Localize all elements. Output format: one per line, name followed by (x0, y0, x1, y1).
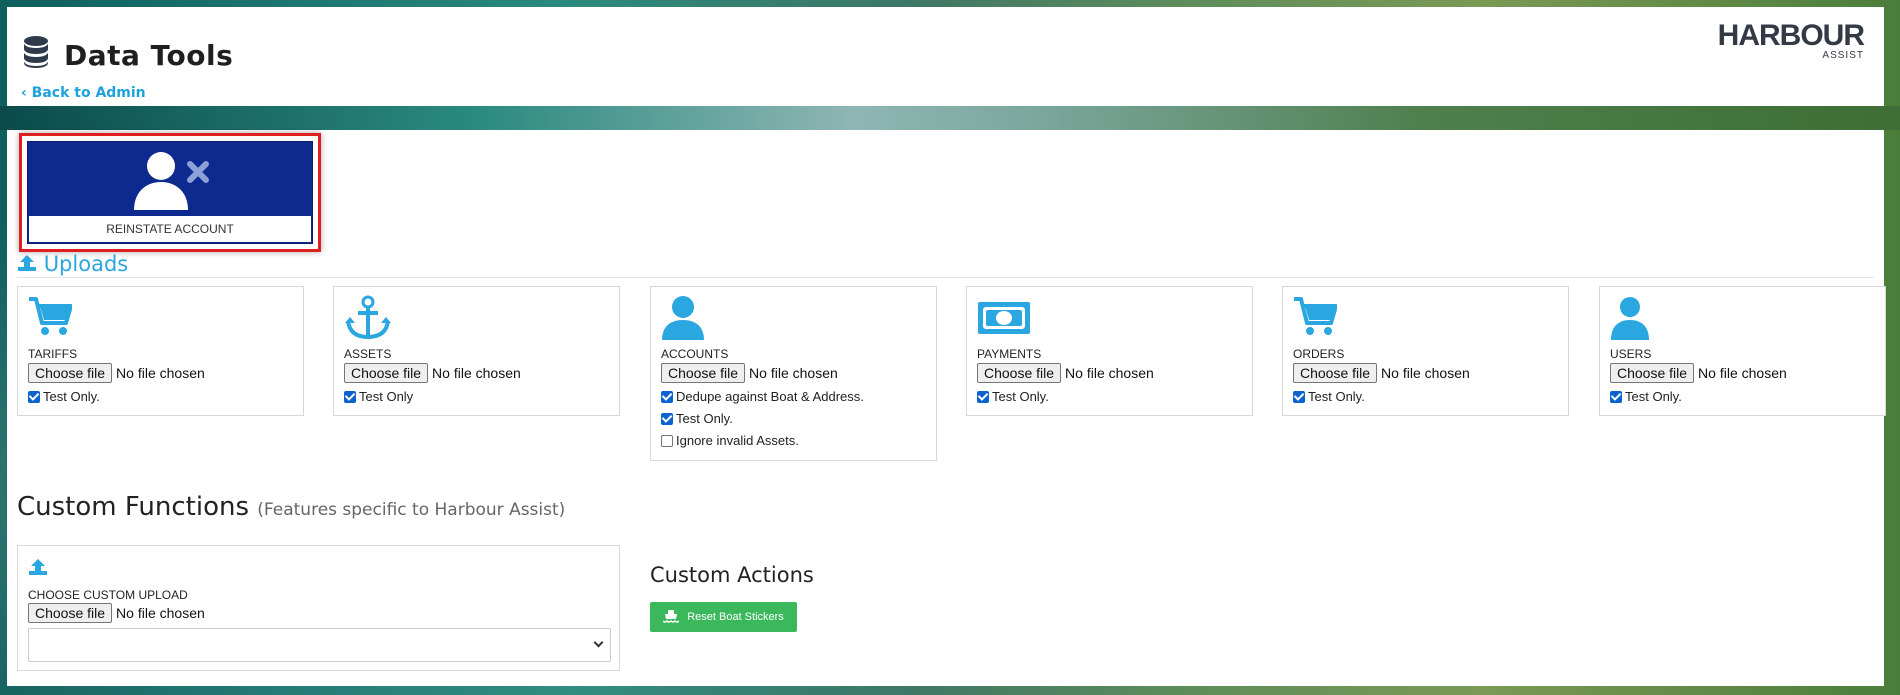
file-status: No file chosen (432, 365, 521, 381)
test-only-checkbox[interactable]: Test Only. (1610, 389, 1682, 404)
file-input[interactable]: Choose file No file chosen (1610, 363, 1787, 383)
choose-file-button[interactable]: Choose file (28, 363, 113, 383)
checkbox-checked[interactable] (661, 412, 673, 425)
reset-boat-stickers-button[interactable]: Reset Boat Stickers (650, 602, 797, 632)
money-icon (978, 302, 1030, 334)
upload-card-assets: ASSETS Choose file No file chosen Test O… (333, 286, 620, 416)
logo-main-text: HARBOUR (1717, 19, 1865, 52)
upload-card-payments: PAYMENTS Choose file No file chosen Test… (966, 286, 1253, 416)
database-icon (24, 36, 48, 68)
checkbox-checked[interactable] (1610, 390, 1622, 403)
checkbox-checked[interactable] (977, 390, 989, 403)
card-label: ASSETS (344, 347, 392, 361)
page-header: Data Tools ‹ Back to Admin HARBOUR ASSIS… (7, 7, 1884, 106)
checkbox-checked[interactable] (28, 390, 40, 403)
divider (17, 277, 1874, 278)
card-label: ORDERS (1293, 347, 1345, 361)
choose-file-button[interactable]: Choose file (661, 363, 746, 383)
checkbox-label: Test Only. (676, 411, 733, 426)
ship-icon (663, 610, 680, 623)
user-icon (1611, 297, 1649, 340)
card-label: USERS (1610, 347, 1652, 361)
test-only-checkbox[interactable]: Test Only. (661, 411, 733, 426)
custom-upload-select[interactable] (28, 628, 611, 662)
logo-sub-text: ASSIST (1822, 50, 1864, 61)
test-only-checkbox[interactable]: Test Only. (977, 389, 1049, 404)
uploads-heading: Uploads (17, 252, 128, 276)
back-to-admin-link[interactable]: ‹ Back to Admin (21, 85, 146, 101)
reset-button-label: Reset Boat Stickers (687, 611, 784, 623)
cart-icon (29, 297, 72, 335)
file-input[interactable]: Choose file No file chosen (661, 363, 838, 383)
background-photo-strip (0, 106, 1900, 130)
file-input[interactable]: Choose file No file chosen (977, 363, 1154, 383)
file-status: No file chosen (116, 605, 205, 621)
file-status: No file chosen (1065, 365, 1154, 381)
checkbox-label: Test Only (359, 389, 414, 404)
checkbox-label: Test Only. (992, 389, 1049, 404)
checkbox-unchecked[interactable] (661, 434, 673, 447)
file-status: No file chosen (1698, 365, 1787, 381)
user-icon (662, 296, 704, 340)
card-label: PAYMENTS (977, 347, 1042, 361)
reinstate-highlight: REINSTATE ACCOUNT (19, 133, 321, 252)
main-content: REINSTATE ACCOUNT Uploads TARIFFS Choose… (7, 130, 1886, 686)
dedupe-checkbox[interactable]: Dedupe against Boat & Address. (661, 389, 864, 404)
uploads-title: Uploads (43, 252, 129, 276)
choose-file-button[interactable]: Choose file (977, 363, 1062, 383)
checkbox-label: Test Only. (43, 389, 100, 404)
checkbox-label: Dedupe against Boat & Address. (676, 389, 864, 404)
choose-file-button[interactable]: Choose file (1610, 363, 1695, 383)
test-only-checkbox[interactable]: Test Only. (28, 389, 100, 404)
custom-functions-subtitle: (Features specific to Harbour Assist) (257, 500, 566, 520)
reinstate-account-button[interactable]: REINSTATE ACCOUNT (27, 141, 313, 244)
upload-icon (18, 255, 36, 271)
upload-icon (29, 559, 47, 575)
checkbox-label: Test Only. (1625, 389, 1682, 404)
user-remove-icon (134, 152, 209, 210)
card-label: ACCOUNTS (661, 347, 729, 361)
cart-icon (1294, 297, 1337, 335)
test-only-checkbox[interactable]: Test Only. (1293, 389, 1365, 404)
harbour-assist-logo: HARBOUR ASSIST (1717, 19, 1865, 61)
choose-file-button[interactable]: Choose file (344, 363, 429, 383)
file-input[interactable]: Choose file No file chosen (344, 363, 521, 383)
anchor-icon (345, 295, 391, 340)
card-label: TARIFFS (28, 347, 78, 361)
chevron-down-icon (593, 637, 604, 648)
checkbox-label: Test Only. (1308, 389, 1365, 404)
upload-card-orders: ORDERS Choose file No file chosen Test O… (1282, 286, 1569, 416)
back-link-label: Back to Admin (31, 85, 146, 101)
choose-file-button[interactable]: Choose file (28, 603, 113, 623)
upload-card-tariffs: TARIFFS Choose file No file chosen Test … (17, 286, 304, 416)
file-status: No file chosen (749, 365, 838, 381)
file-status: No file chosen (116, 365, 205, 381)
custom-file-input[interactable]: Choose file No file chosen (28, 603, 205, 623)
upload-card-accounts: ACCOUNTS Choose file No file chosen Dedu… (650, 286, 937, 461)
reinstate-account-label: REINSTATE ACCOUNT (28, 215, 312, 243)
custom-actions-title: Custom Actions (650, 563, 814, 587)
custom-upload-card: CHOOSE CUSTOM UPLOAD Choose file No file… (17, 545, 620, 671)
custom-functions-title: Custom Functions (17, 492, 250, 522)
page-title: Data Tools (64, 39, 234, 72)
file-status: No file chosen (1381, 365, 1470, 381)
checkbox-checked[interactable] (344, 390, 356, 403)
checkbox-checked[interactable] (1293, 390, 1305, 403)
checkbox-checked[interactable] (661, 390, 673, 403)
choose-file-button[interactable]: Choose file (1293, 363, 1378, 383)
chevron-left-icon: ‹ (21, 85, 32, 101)
file-input[interactable]: Choose file No file chosen (28, 363, 205, 383)
test-only-checkbox[interactable]: Test Only (344, 389, 413, 404)
custom-upload-label: CHOOSE CUSTOM UPLOAD (28, 588, 188, 602)
ignore-invalid-assets-checkbox[interactable]: Ignore invalid Assets. (661, 433, 799, 448)
file-input[interactable]: Choose file No file chosen (1293, 363, 1470, 383)
upload-card-users: USERS Choose file No file chosen Test On… (1599, 286, 1886, 416)
checkbox-label: Ignore invalid Assets. (676, 433, 799, 448)
custom-functions-heading: Custom Functions (Features specific to H… (17, 492, 565, 522)
